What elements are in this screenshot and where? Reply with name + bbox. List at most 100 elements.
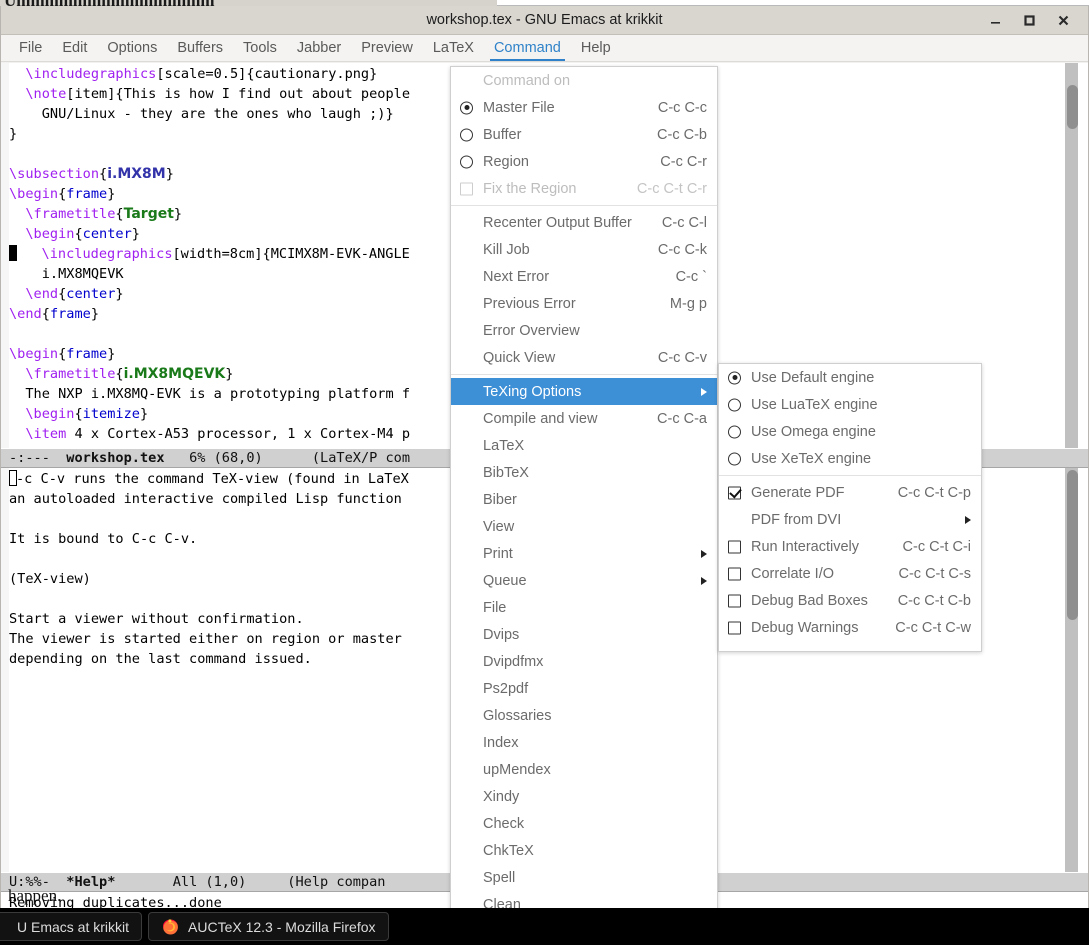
close-icon[interactable]: [1046, 6, 1080, 35]
submenu-item-debug-bad-boxes[interactable]: Debug Bad Boxes C-c C-t C-b: [719, 587, 981, 614]
menu-item-compile-and-view[interactable]: Compile and view C-c C-a: [451, 405, 717, 432]
checkbox-off-icon[interactable]: [728, 594, 741, 607]
menu-item-file[interactable]: File: [451, 594, 717, 621]
menu-latex[interactable]: LaTeX: [423, 35, 484, 61]
menu-item-queue[interactable]: Queue: [451, 567, 717, 594]
menu-item-previous-error[interactable]: Previous Error M-g p: [451, 290, 717, 317]
menu-label: Master File: [483, 99, 555, 116]
submenu-item-use-luatex-engine[interactable]: Use LuaTeX engine: [719, 391, 981, 418]
menu-item-bibtex[interactable]: BibTeX: [451, 459, 717, 486]
checkbox-off-icon[interactable]: [728, 621, 741, 634]
menu-options[interactable]: Options: [97, 35, 167, 61]
modeline-mode: (LaTeX/P com: [262, 450, 411, 466]
menu-item-kill-job[interactable]: Kill Job C-c C-k: [451, 236, 717, 263]
help-scrollbar-thumb[interactable]: [1067, 470, 1078, 620]
menu-buffers[interactable]: Buffers: [167, 35, 233, 61]
submenu-item-debug-warnings[interactable]: Debug Warnings C-c C-t C-w: [719, 614, 981, 641]
submenu-item-generate-pdf[interactable]: Generate PDF C-c C-t C-p: [719, 479, 981, 506]
editor-scrollbar[interactable]: [1064, 63, 1079, 459]
menu-help[interactable]: Help: [571, 35, 621, 61]
radio-off-icon[interactable]: [728, 452, 741, 465]
menu-label: Fix the Region: [483, 180, 577, 197]
submenu-item-use-omega-engine[interactable]: Use Omega engine: [719, 418, 981, 445]
submenu-item-pdf-from-dvi[interactable]: PDF from DVI: [719, 506, 981, 533]
background-page-text: happen.: [8, 886, 62, 905]
checkbox-off-icon: [460, 182, 473, 195]
menu-label: BibTeX: [483, 464, 529, 481]
radio-off-icon[interactable]: [460, 128, 473, 141]
menu-item-xindy[interactable]: Xindy: [451, 783, 717, 810]
menu-item-biber[interactable]: Biber: [451, 486, 717, 513]
menu-jabber[interactable]: Jabber: [287, 35, 351, 61]
checkbox-off-icon[interactable]: [728, 567, 741, 580]
menu-file[interactable]: File: [9, 35, 52, 61]
taskbar-item-emacs[interactable]: U Emacs at krikkit: [0, 912, 143, 941]
menu-item-texing-options[interactable]: TeXing Options: [451, 378, 717, 405]
menu-tools[interactable]: Tools: [233, 35, 287, 61]
menu-shortcut: C-c C-a: [657, 410, 707, 427]
menu-item-index[interactable]: Index: [451, 729, 717, 756]
maximize-icon[interactable]: [1012, 6, 1046, 35]
chevron-right-icon: [965, 515, 971, 524]
menu-item-check[interactable]: Check: [451, 810, 717, 837]
submenu-item-use-xetex-engine[interactable]: Use XeTeX engine: [719, 445, 981, 472]
menu-item-ps2pdf[interactable]: Ps2pdf: [451, 675, 717, 702]
firefox-icon: [161, 917, 180, 936]
menu-item-dvips[interactable]: Dvips: [451, 621, 717, 648]
menu-item-buffer[interactable]: Buffer C-c C-b: [451, 121, 717, 148]
screen: Ummmmmmmmmmmmmm workshop.tex - GNU Emacs…: [0, 0, 1089, 945]
radio-on-icon[interactable]: [728, 371, 741, 384]
modeline-position: 6% (68,0): [164, 450, 263, 466]
menu-item-next-error[interactable]: Next Error C-c `: [451, 263, 717, 290]
radio-off-icon[interactable]: [728, 398, 741, 411]
taskbar-item-firefox[interactable]: AUCTeX 12.3 - Mozilla Firefox: [148, 912, 389, 941]
menu-item-error-overview[interactable]: Error Overview: [451, 317, 717, 344]
menu-item-glossaries[interactable]: Glossaries: [451, 702, 717, 729]
help-cursor: [9, 470, 17, 486]
checkbox-on-icon[interactable]: [728, 486, 741, 499]
menu-separator: [451, 205, 717, 206]
menu-label: ChkTeX: [483, 842, 534, 859]
menu-label: Xindy: [483, 788, 520, 805]
texing-options-submenu: Use Default engine Use LuaTeX engine Use…: [718, 363, 982, 652]
menu-item-region[interactable]: Region C-c C-r: [451, 148, 717, 175]
menu-label: Index: [483, 734, 519, 751]
checkbox-off-icon[interactable]: [728, 540, 741, 553]
menu-item-recenter-output-buffer[interactable]: Recenter Output Buffer C-c C-l: [451, 209, 717, 236]
menu-shortcut: C-c C-r: [660, 153, 707, 170]
menu-item-chktex[interactable]: ChkTeX: [451, 837, 717, 864]
menu-shortcut: C-c C-t C-w: [895, 619, 971, 636]
menu-item-print[interactable]: Print: [451, 540, 717, 567]
radio-off-icon[interactable]: [460, 155, 473, 168]
menu-label: Debug Warnings: [751, 619, 859, 636]
radio-off-icon[interactable]: [728, 425, 741, 438]
menu-item-spell[interactable]: Spell: [451, 864, 717, 891]
menu-label: Region: [483, 153, 529, 170]
submenu-item-correlate-io[interactable]: Correlate I/O C-c C-t C-s: [719, 560, 981, 587]
menu-item-dvipdfmx[interactable]: Dvipdfmx: [451, 648, 717, 675]
menu-shortcut: C-c C-l: [661, 214, 707, 231]
command-dropdown-menu: Command on Master File C-c C-c Buffer C-…: [450, 66, 718, 945]
menu-label: Use Omega engine: [751, 423, 876, 440]
radio-on-icon[interactable]: [460, 101, 473, 114]
menu-item-view[interactable]: View: [451, 513, 717, 540]
menu-preview[interactable]: Preview: [351, 35, 423, 61]
menu-command[interactable]: Command: [484, 35, 571, 61]
menu-label: Biber: [483, 491, 517, 508]
taskbar-item-label: U Emacs at krikkit: [17, 918, 130, 935]
menu-shortcut: C-c `: [675, 268, 707, 285]
menu-label: Previous Error: [483, 295, 576, 312]
minimize-icon[interactable]: [978, 6, 1012, 35]
editor-scrollbar-thumb[interactable]: [1067, 85, 1078, 129]
text-cursor: [9, 245, 17, 261]
menu-edit[interactable]: Edit: [52, 35, 97, 61]
menu-item-master-file[interactable]: Master File C-c C-c: [451, 94, 717, 121]
menu-item-quick-view[interactable]: Quick View C-c C-v: [451, 344, 717, 371]
submenu-item-run-interactively[interactable]: Run Interactively C-c C-t C-i: [719, 533, 981, 560]
submenu-item-use-default-engine[interactable]: Use Default engine: [719, 364, 981, 391]
menu-item-upmendex[interactable]: upMendex: [451, 756, 717, 783]
menu-separator: [451, 374, 717, 375]
window-titlebar[interactable]: workshop.tex - GNU Emacs at krikkit: [1, 6, 1088, 35]
menu-item-latex[interactable]: LaTeX: [451, 432, 717, 459]
help-scrollbar[interactable]: [1064, 468, 1079, 872]
